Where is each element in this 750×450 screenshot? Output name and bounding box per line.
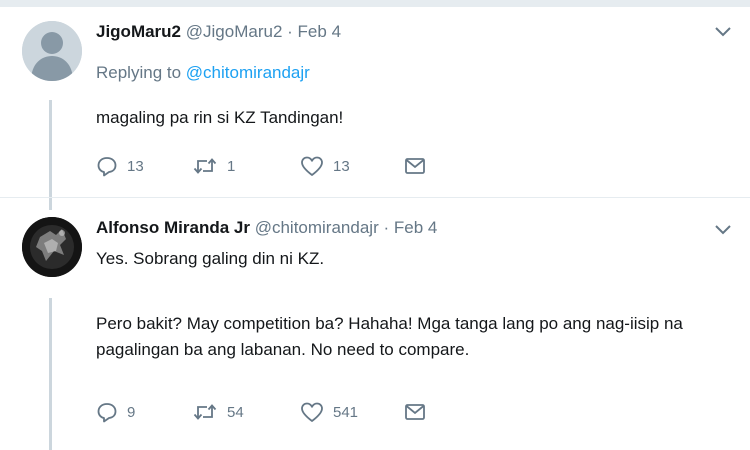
tweet[interactable]: Alfonso Miranda Jr @chitomirandajr · Feb… xyxy=(0,205,750,450)
retweet-icon xyxy=(193,404,217,420)
retweet-count: 1 xyxy=(227,157,236,175)
tweet-actions: 13 1 13 xyxy=(96,153,496,179)
tweet-text: Pero bakit? May competition ba? Hahaha! … xyxy=(96,314,683,359)
reply-button[interactable]: 9 xyxy=(96,399,135,425)
retweet-count: 54 xyxy=(227,403,244,421)
chevron-down-icon[interactable] xyxy=(714,25,732,39)
tweet-header: JigoMaru2 @JigoMaru2 · Feb 4 xyxy=(96,21,341,43)
reply-count: 13 xyxy=(127,157,144,175)
reply-count: 9 xyxy=(127,403,136,421)
tweet-text: Yes. Sobrang galing din ni KZ. xyxy=(96,249,325,268)
reply-icon xyxy=(97,403,117,423)
envelope-icon xyxy=(405,404,425,420)
envelope-icon xyxy=(405,158,425,174)
like-count: 13 xyxy=(333,157,350,175)
tweet-actions: 9 54 541 xyxy=(96,399,496,425)
like-count: 541 xyxy=(333,403,359,421)
tweet[interactable]: JigoMaru2 @JigoMaru2 · Feb 4 Replying to… xyxy=(0,7,750,197)
retweet-icon xyxy=(193,158,217,174)
tweet-text: magaling pa rin si KZ Tandingan! xyxy=(96,108,344,127)
like-button[interactable]: 13 xyxy=(300,153,350,179)
default-avatar-icon xyxy=(22,21,82,81)
avatar[interactable] xyxy=(22,21,82,81)
tweet-header: Alfonso Miranda Jr @chitomirandajr · Feb… xyxy=(96,217,437,239)
tweet-date[interactable]: Feb 4 xyxy=(298,22,341,41)
display-name[interactable]: JigoMaru2 xyxy=(96,22,181,41)
retweet-button[interactable]: 54 xyxy=(192,399,244,425)
avatar[interactable] xyxy=(22,217,82,277)
top-border xyxy=(0,0,750,7)
retweet-button[interactable]: 1 xyxy=(192,153,235,179)
user-handle[interactable]: @JigoMaru2 xyxy=(186,22,283,41)
heart-icon xyxy=(301,156,323,176)
chevron-down-icon[interactable] xyxy=(714,223,732,237)
direct-message-button[interactable] xyxy=(404,153,426,179)
like-button[interactable]: 541 xyxy=(300,399,358,425)
direct-message-button[interactable] xyxy=(404,399,426,425)
reply-button[interactable]: 13 xyxy=(96,153,144,179)
user-handle[interactable]: @chitomirandajr xyxy=(255,218,379,237)
replying-to: Replying to @chitomirandajr xyxy=(96,63,310,83)
replying-to-label: Replying to xyxy=(96,63,182,82)
tweet-date[interactable]: Feb 4 xyxy=(394,218,437,237)
profile-photo xyxy=(22,217,82,277)
reply-icon xyxy=(97,157,117,177)
display-name[interactable]: Alfonso Miranda Jr xyxy=(96,218,250,237)
replying-to-handle[interactable]: @chitomirandajr xyxy=(186,63,310,82)
heart-icon xyxy=(301,402,323,422)
tweet-divider xyxy=(0,197,750,198)
separator-dot: · xyxy=(383,218,390,237)
separator-dot: · xyxy=(287,22,293,41)
